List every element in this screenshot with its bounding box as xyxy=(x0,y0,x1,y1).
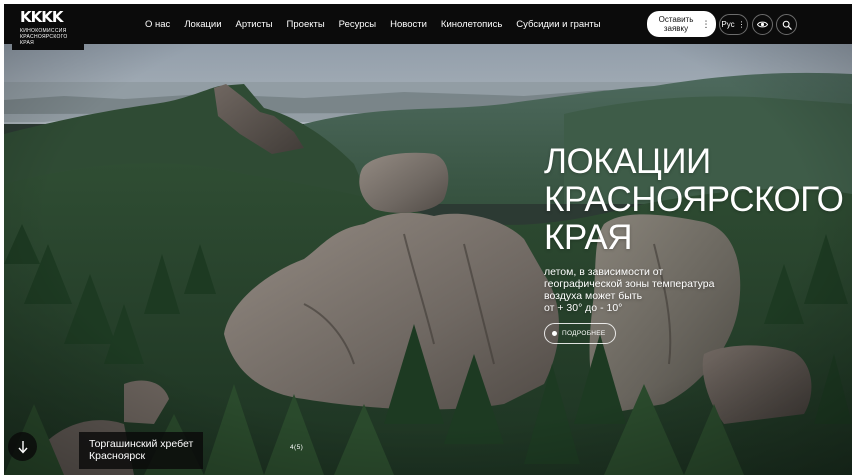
nav-item-about[interactable]: О нас xyxy=(145,19,170,30)
submit-request-label: Оставить заявку xyxy=(658,15,694,33)
more-vertical-icon[interactable]: ⋮ xyxy=(701,19,711,29)
hero-title-line-1: ЛОКАЦИИ xyxy=(544,142,711,181)
more-vertical-icon: ⋮ xyxy=(737,20,746,29)
nav-item-locations[interactable]: Локации xyxy=(184,19,221,30)
main-nav: О нас Локации Артисты Проекты Ресурсы Но… xyxy=(145,4,615,44)
hero-title-line-2: КРАСНОЯРСКОГО xyxy=(544,180,844,219)
hero-title-line-3: КРАЯ xyxy=(544,218,633,257)
dot-icon xyxy=(552,331,557,336)
more-details-button[interactable]: ПОДРОБНЕЕ xyxy=(544,323,616,344)
hero-subtitle: летом, в зависимости от географической з… xyxy=(544,266,715,314)
scroll-down-button[interactable] xyxy=(8,432,37,461)
nav-item-film-chronicle[interactable]: Кинолетопись xyxy=(441,19,502,30)
search-icon xyxy=(782,20,792,30)
search-button[interactable] xyxy=(776,14,797,35)
nav-item-artists[interactable]: Артисты xyxy=(236,19,273,30)
nav-item-news[interactable]: Новости xyxy=(390,19,427,30)
nav-item-resources[interactable]: Ресурсы xyxy=(339,19,376,30)
eye-icon xyxy=(757,21,768,28)
slide-counter: 4(5) xyxy=(290,444,304,451)
submit-request-button[interactable]: Оставить заявку ⋮ xyxy=(647,11,716,37)
more-details-label: ПОДРОБНЕЕ xyxy=(562,330,606,337)
slide-caption-city: Красноярск xyxy=(89,450,146,462)
slide-caption-title: Торгашинский хребет xyxy=(89,438,194,450)
page-frame: KKKK КИНОКОМИССИЯ КРАСНОЯРСКОГО КРАЯ О н… xyxy=(4,4,852,475)
logo-mark: KKKK xyxy=(20,8,64,26)
language-label: Рус xyxy=(721,20,735,29)
logo-line-3: КРАЯ xyxy=(20,40,35,46)
language-selector[interactable]: Рус ⋮ xyxy=(719,14,748,35)
nav-item-grants[interactable]: Субсидии и гранты xyxy=(516,19,600,30)
kinocommission-logo[interactable]: KKKK КИНОКОМИССИЯ КРАСНОЯРСКОГО КРАЯ xyxy=(12,6,84,50)
hero-title: ЛОКАЦИИ КРАСНОЯРСКОГО КРАЯ xyxy=(544,142,844,257)
arrow-down-icon xyxy=(17,440,28,454)
logo-wordmark: КИНОКОМИССИЯ КРАСНОЯРСКОГО КРАЯ xyxy=(20,28,78,46)
accessibility-eye-button[interactable] xyxy=(752,14,773,35)
slide-caption: Торгашинский хребет Красноярск xyxy=(79,432,203,469)
nav-item-projects[interactable]: Проекты xyxy=(287,19,325,30)
